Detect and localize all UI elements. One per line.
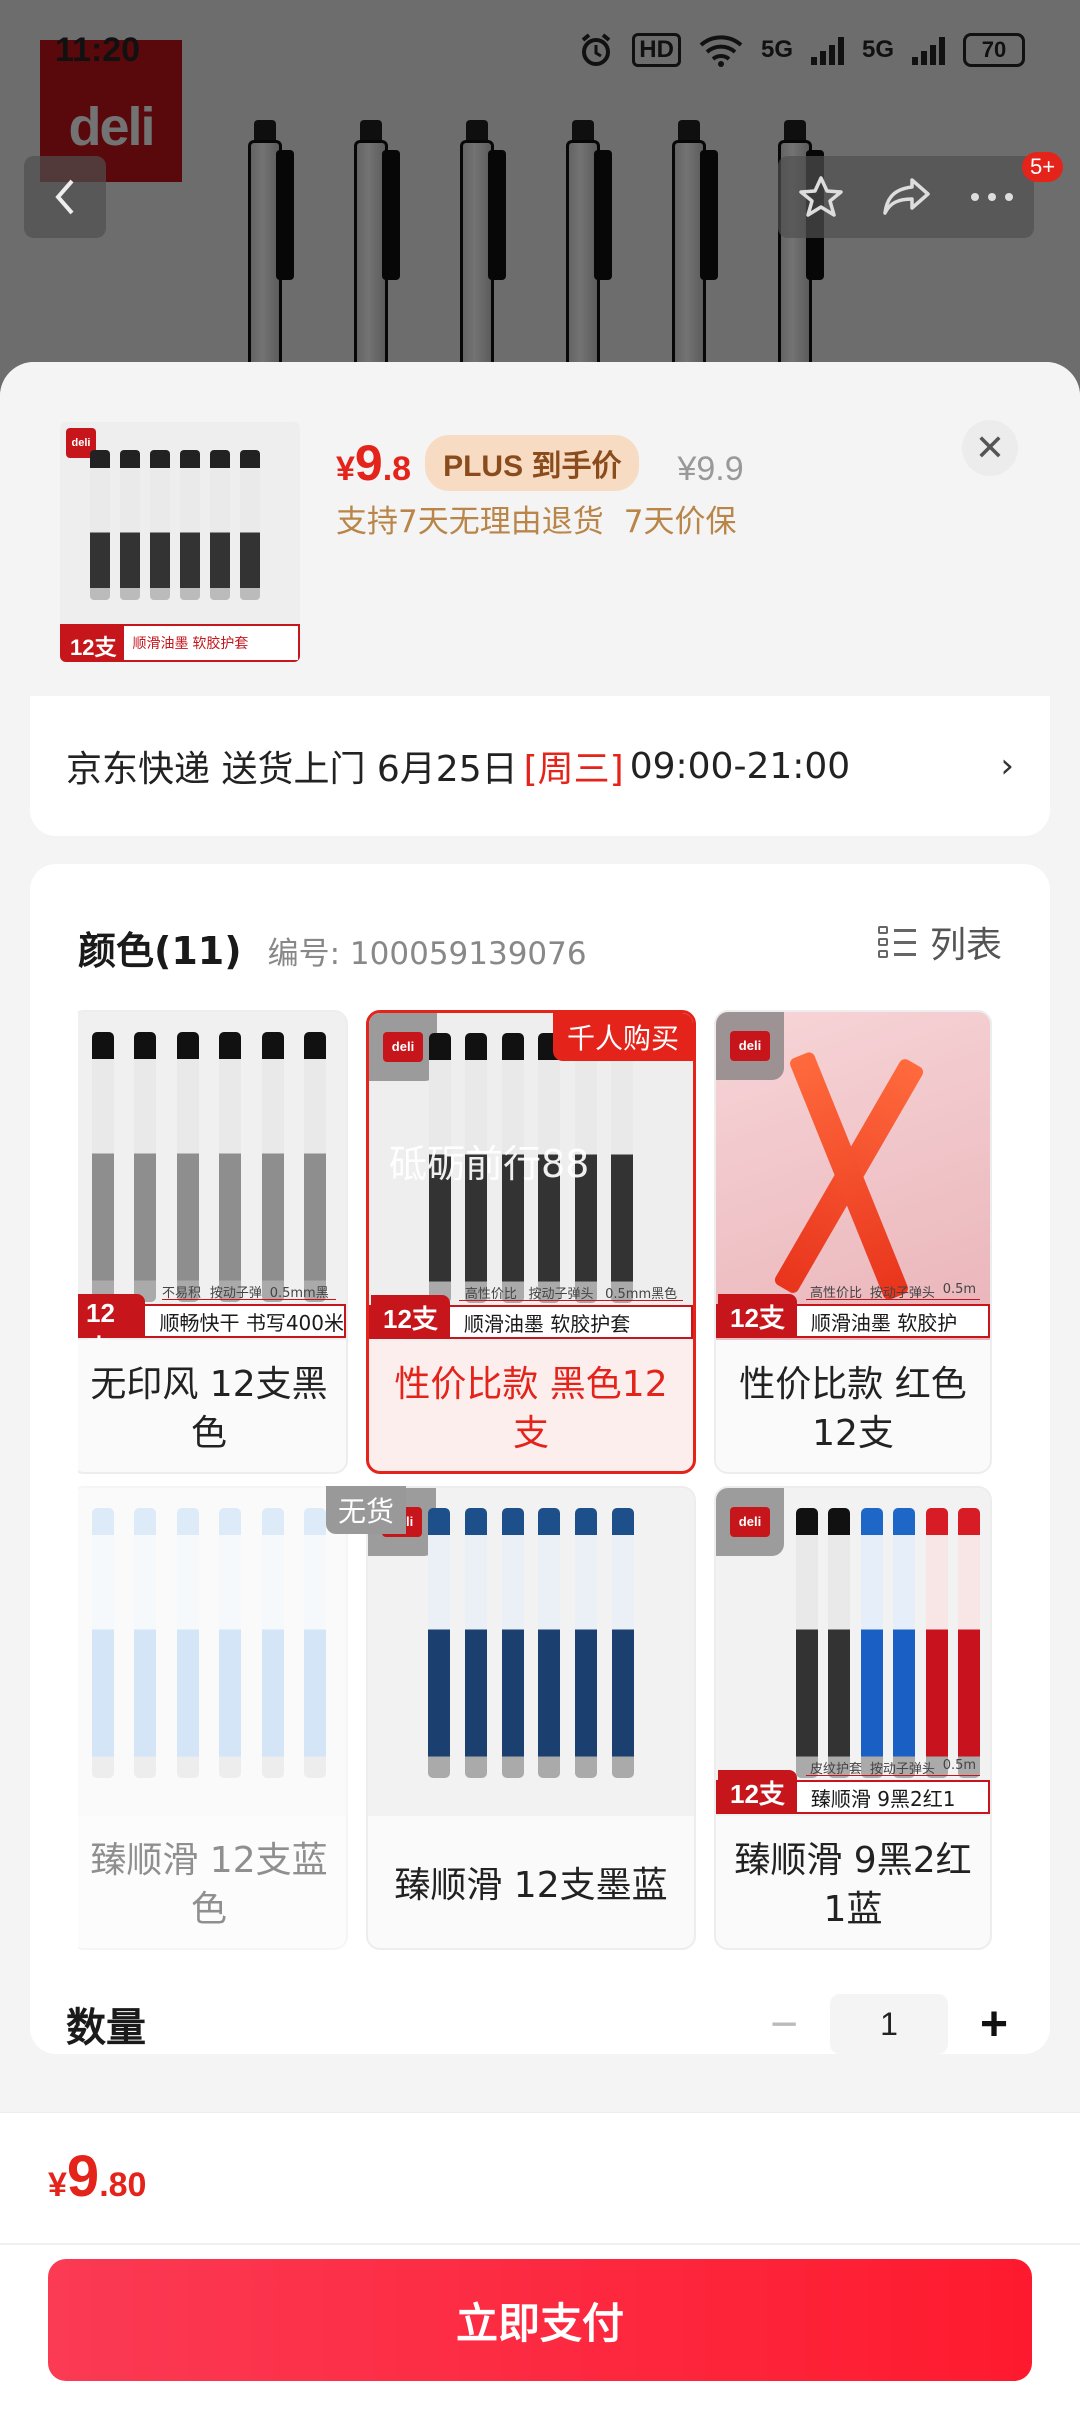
brand-logo-tile: deli bbox=[716, 1488, 784, 1556]
battery-icon: 70 bbox=[963, 33, 1025, 67]
quantity-label: 数量 bbox=[66, 2005, 146, 2051]
delivery-row[interactable]: 京东快递 送货上门 6月25日 [周三] 09:00-21:00 › bbox=[30, 696, 1050, 836]
variant-tile-selected[interactable]: 千人购买 deli 砥砺前行88 高性价比 按动子弹头 0.5mm黑色 12支 顺滑油… bbox=[366, 1010, 696, 1474]
signal-5g-label-2: 5G bbox=[861, 36, 894, 63]
variant-label: 臻顺滑 12支蓝色 bbox=[90, 1840, 328, 1930]
star-icon[interactable] bbox=[797, 173, 845, 221]
alarm-icon bbox=[582, 33, 611, 66]
quantity-plus-button[interactable]: + bbox=[974, 1997, 1014, 2052]
clock: 11:20 bbox=[55, 30, 141, 69]
quantity-stepper: − 1 + bbox=[764, 1994, 1014, 2054]
hot-badge: 千人购买 bbox=[552, 1013, 693, 1061]
brand-logo-tile: deli bbox=[369, 1013, 437, 1081]
close-button[interactable]: ✕ bbox=[962, 420, 1018, 476]
checkout-footer: ¥9.80 立即支付 bbox=[0, 2112, 1080, 2412]
thumb-tagline: 顺滑油墨 软胶护套 bbox=[132, 635, 249, 651]
variant-label: 性价比款 黑色12支 bbox=[394, 1364, 668, 1454]
brand-logo-tile: deli bbox=[716, 1012, 784, 1080]
delivery-window: 09:00-21:00 bbox=[629, 745, 851, 787]
list-view-toggle[interactable]: 列表 bbox=[877, 916, 1002, 968]
variant-label: 无印风 12支黑色 bbox=[90, 1364, 328, 1454]
cart-badge: 5+ bbox=[1022, 152, 1064, 182]
variant-grid: 不易积墨按动子弹头0.5mm黑色 12支顺畅快干 书写400米 无印风 12支黑… bbox=[78, 1010, 1002, 1970]
delivery-weekday: [周三] bbox=[523, 749, 624, 790]
quantity-input[interactable]: 1 bbox=[830, 1994, 948, 2054]
variant-label: 臻顺滑 12支墨蓝 bbox=[394, 1864, 668, 1906]
status-bar: 11:20 HD 5G 5G 70 bbox=[0, 0, 1080, 100]
quantity-row: 数量 − 1 + bbox=[30, 1974, 1050, 2074]
price-original: ¥9.9 bbox=[677, 450, 744, 488]
return-policy: 支持7天无理由退货 bbox=[336, 504, 604, 540]
variant-section: 颜色(11) 编号: 100059139076 列表 不易积墨按动子弹头0.5m… bbox=[30, 864, 1050, 2054]
variant-label: 性价比款 红色12支 bbox=[739, 1364, 967, 1454]
back-button[interactable] bbox=[24, 156, 106, 238]
thumb-count: 12支 bbox=[62, 626, 125, 660]
quantity-minus-button[interactable]: − bbox=[764, 1997, 804, 2052]
signal-icon-2 bbox=[912, 35, 945, 65]
list-icon bbox=[877, 924, 916, 960]
more-icon[interactable] bbox=[969, 191, 1015, 203]
divider bbox=[0, 2243, 1080, 2245]
variant-tile[interactable]: deli 高性价比 按动子弹头 0.5m 12支 顺滑油墨 软胶护 性价比款 红色12… bbox=[714, 1010, 992, 1474]
sold-out-badge: 无货 bbox=[326, 1486, 407, 1534]
variant-tile[interactable]: deli 臻顺滑 12支墨蓝 bbox=[366, 1486, 696, 1950]
share-icon[interactable] bbox=[882, 174, 932, 220]
product-thumbnail[interactable]: deli 12支 顺滑油墨 软胶护套 bbox=[60, 422, 300, 662]
price-guarantee: 7天价保 bbox=[623, 504, 737, 540]
variant-label: 臻顺滑 9黑2红1蓝 bbox=[734, 1840, 972, 1930]
product-summary: deli 12支 顺滑油墨 软胶护套 ¥9.8 PLUS 到手价 ¥9.9 支持7… bbox=[0, 362, 1080, 702]
variant-title: 颜色(11) bbox=[78, 929, 242, 973]
delivery-text: 京东快递 送货上门 6月25日 bbox=[66, 749, 518, 790]
sku-selector-sheet: deli 12支 顺滑油墨 软胶护套 ¥9.8 PLUS 到手价 ¥9.9 支持7… bbox=[0, 362, 1080, 2412]
signal-icon bbox=[810, 35, 844, 65]
chevron-right-icon: › bbox=[1000, 746, 1014, 786]
signal-5g-label: 5G bbox=[760, 36, 793, 63]
chevron-left-icon bbox=[55, 179, 74, 215]
plus-price-tag: PLUS 到手价 bbox=[425, 435, 640, 491]
total-price: ¥9.80 bbox=[48, 2144, 147, 2209]
variant-tile[interactable]: deli 皮纹护套 按动子弹头 0.5m 12支 臻顺滑 9黑2红1 臻顺滑 9黑2红… bbox=[714, 1486, 992, 1950]
watermark-text: 砥砺前行88 bbox=[389, 1142, 590, 1186]
list-label: 列表 bbox=[929, 925, 1002, 966]
hd-icon: HD bbox=[632, 33, 681, 67]
price-current: ¥9.8 bbox=[336, 435, 412, 491]
sku-number: 编号: 100059139076 bbox=[267, 936, 587, 972]
variant-tile-sold-out[interactable]: 臻顺滑 12支蓝色 bbox=[78, 1486, 348, 1950]
wifi-icon bbox=[699, 35, 743, 67]
close-icon: ✕ bbox=[974, 427, 1006, 468]
top-actions bbox=[778, 156, 1034, 238]
variant-tile[interactable]: 不易积墨按动子弹头0.5mm黑色 12支顺畅快干 书写400米 无印风 12支黑… bbox=[78, 1010, 348, 1474]
pay-now-button[interactable]: 立即支付 bbox=[48, 2259, 1032, 2381]
